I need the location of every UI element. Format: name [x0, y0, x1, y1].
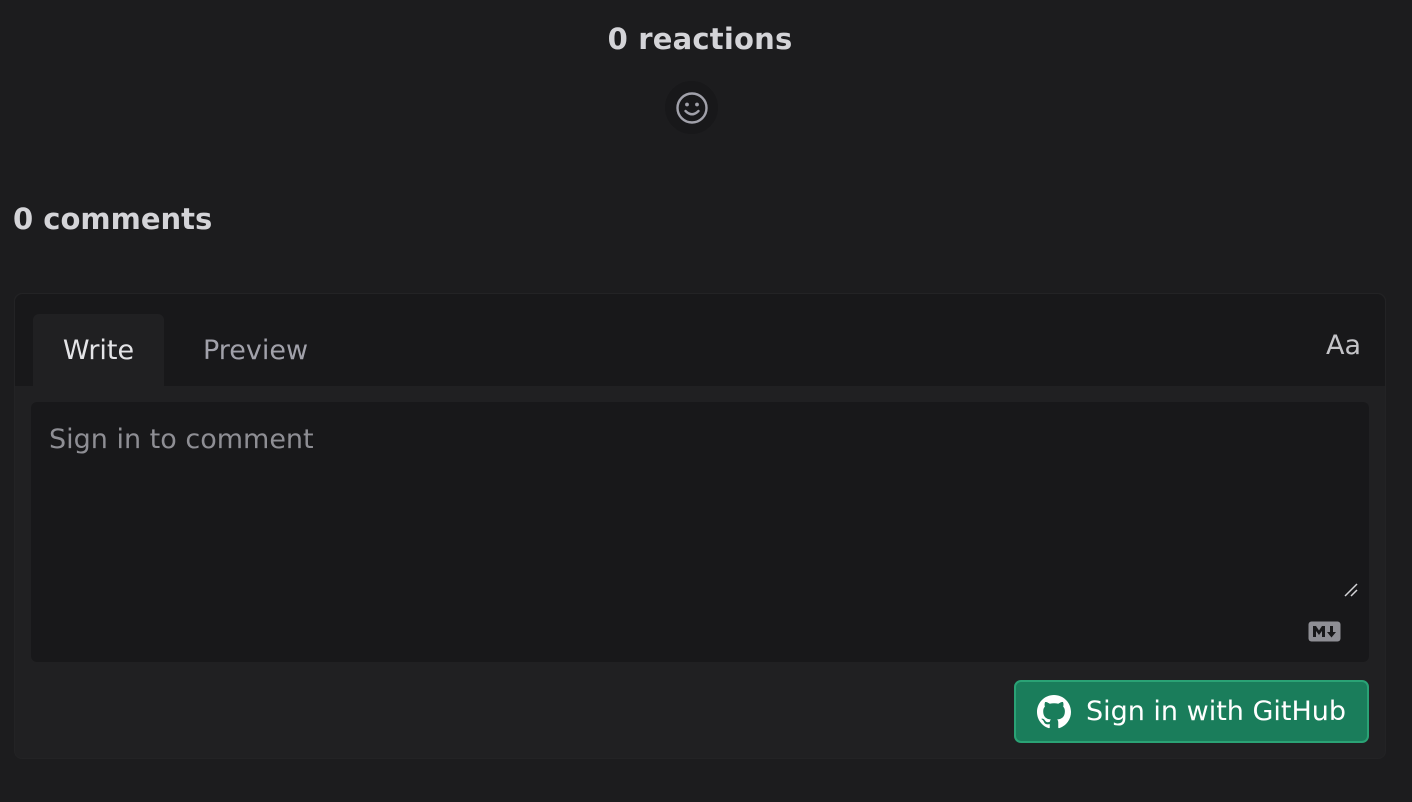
comments-count: 0 comments — [13, 202, 213, 236]
comments-page: 0 reactions 0 comments Write Preview Aa … — [0, 0, 1412, 802]
editor-tab-bar: Write Preview Aa — [15, 294, 1385, 386]
comment-editor: Write Preview Aa Sign in to comment Sign… — [14, 293, 1386, 759]
sign-in-github-button[interactable]: Sign in with GitHub — [1014, 680, 1369, 743]
markdown-icon — [1308, 621, 1341, 642]
tab-write[interactable]: Write — [33, 314, 164, 386]
resize-handle-icon[interactable] — [1343, 582, 1359, 598]
comment-textarea[interactable]: Sign in to comment — [31, 402, 1369, 662]
tab-preview[interactable]: Preview — [183, 314, 328, 386]
add-reaction-button[interactable] — [665, 81, 718, 134]
smiley-icon — [675, 91, 708, 124]
comment-placeholder: Sign in to comment — [49, 424, 314, 455]
reactions-count: 0 reactions — [607, 22, 793, 56]
sign-in-label: Sign in with GitHub — [1085, 696, 1347, 727]
text-format-toggle[interactable]: Aa — [1326, 330, 1361, 361]
github-icon — [1036, 694, 1071, 728]
